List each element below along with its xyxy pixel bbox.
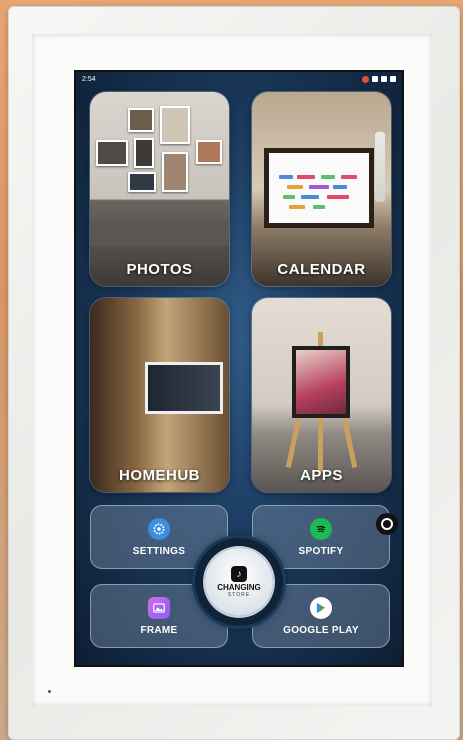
calendar-event	[283, 195, 295, 199]
calendar-event	[313, 205, 325, 209]
spotify-icon	[310, 517, 332, 540]
home-screen: 2:54 PHOTOS CALENDAR HOMEHUB APPS SETTIN…	[74, 70, 404, 667]
wall-photo	[128, 172, 156, 192]
notification-icon	[362, 75, 369, 83]
bluetooth-icon	[372, 76, 378, 82]
sofa	[90, 222, 229, 246]
wall-photo	[196, 140, 222, 164]
wall-photo	[96, 140, 128, 166]
frame-sensor-dot	[48, 690, 51, 693]
wall-photo	[160, 106, 190, 144]
wifi-icon	[381, 76, 387, 82]
frame-label: FRAME	[140, 624, 178, 636]
calendar-event	[279, 175, 293, 179]
calendar-event	[333, 185, 347, 189]
flower-vase	[375, 132, 385, 202]
google-play-icon	[310, 596, 332, 619]
homehub-screen	[148, 365, 220, 411]
calendar-event	[289, 205, 305, 209]
assistant-button[interactable]	[376, 513, 398, 535]
calendar-event	[297, 175, 315, 179]
google-play-label: GOOGLE PLAY	[283, 624, 359, 636]
tile-apps[interactable]: APPS	[252, 298, 391, 492]
changing-store-subtitle: STORE	[227, 592, 251, 598]
wall-photo	[162, 152, 188, 192]
calendar-event	[321, 175, 335, 179]
calendar-event	[309, 185, 329, 189]
easel-artwork	[292, 346, 350, 418]
circle-icon	[381, 518, 393, 530]
calendar-event	[341, 175, 357, 179]
tile-calendar[interactable]: CALENDAR	[252, 92, 391, 286]
gear-icon	[148, 517, 170, 540]
changing-store-button[interactable]: ♪ CHANGING STORE	[195, 538, 283, 626]
calendar-frame	[264, 148, 374, 228]
tile-calendar-label: CALENDAR	[277, 261, 366, 278]
tile-photos[interactable]: PHOTOS	[90, 92, 229, 286]
tile-homehub[interactable]: HOMEHUB	[90, 298, 229, 492]
wall-photo	[134, 138, 154, 168]
status-bar: 2:54	[76, 72, 402, 86]
image-icon	[148, 596, 170, 619]
status-time: 2:54	[82, 75, 96, 83]
settings-label: SETTINGS	[132, 545, 186, 557]
battery-icon	[390, 76, 396, 82]
calendar-event	[327, 195, 349, 199]
calendar-event	[287, 185, 303, 189]
status-icons	[362, 75, 396, 83]
spotify-label: SPOTIFY	[298, 545, 344, 557]
tile-photos-label: PHOTOS	[126, 261, 193, 278]
music-note-icon: ♪	[231, 566, 247, 582]
tile-apps-label: APPS	[300, 467, 343, 484]
wall-photo	[128, 108, 154, 132]
calendar-screen	[269, 153, 369, 223]
changing-store-title: CHANGING	[217, 583, 261, 592]
changing-store-logo: ♪ CHANGING STORE	[205, 548, 273, 616]
tile-homehub-label: HOMEHUB	[119, 467, 200, 484]
calendar-event	[301, 195, 319, 199]
homehub-frame	[145, 362, 223, 414]
